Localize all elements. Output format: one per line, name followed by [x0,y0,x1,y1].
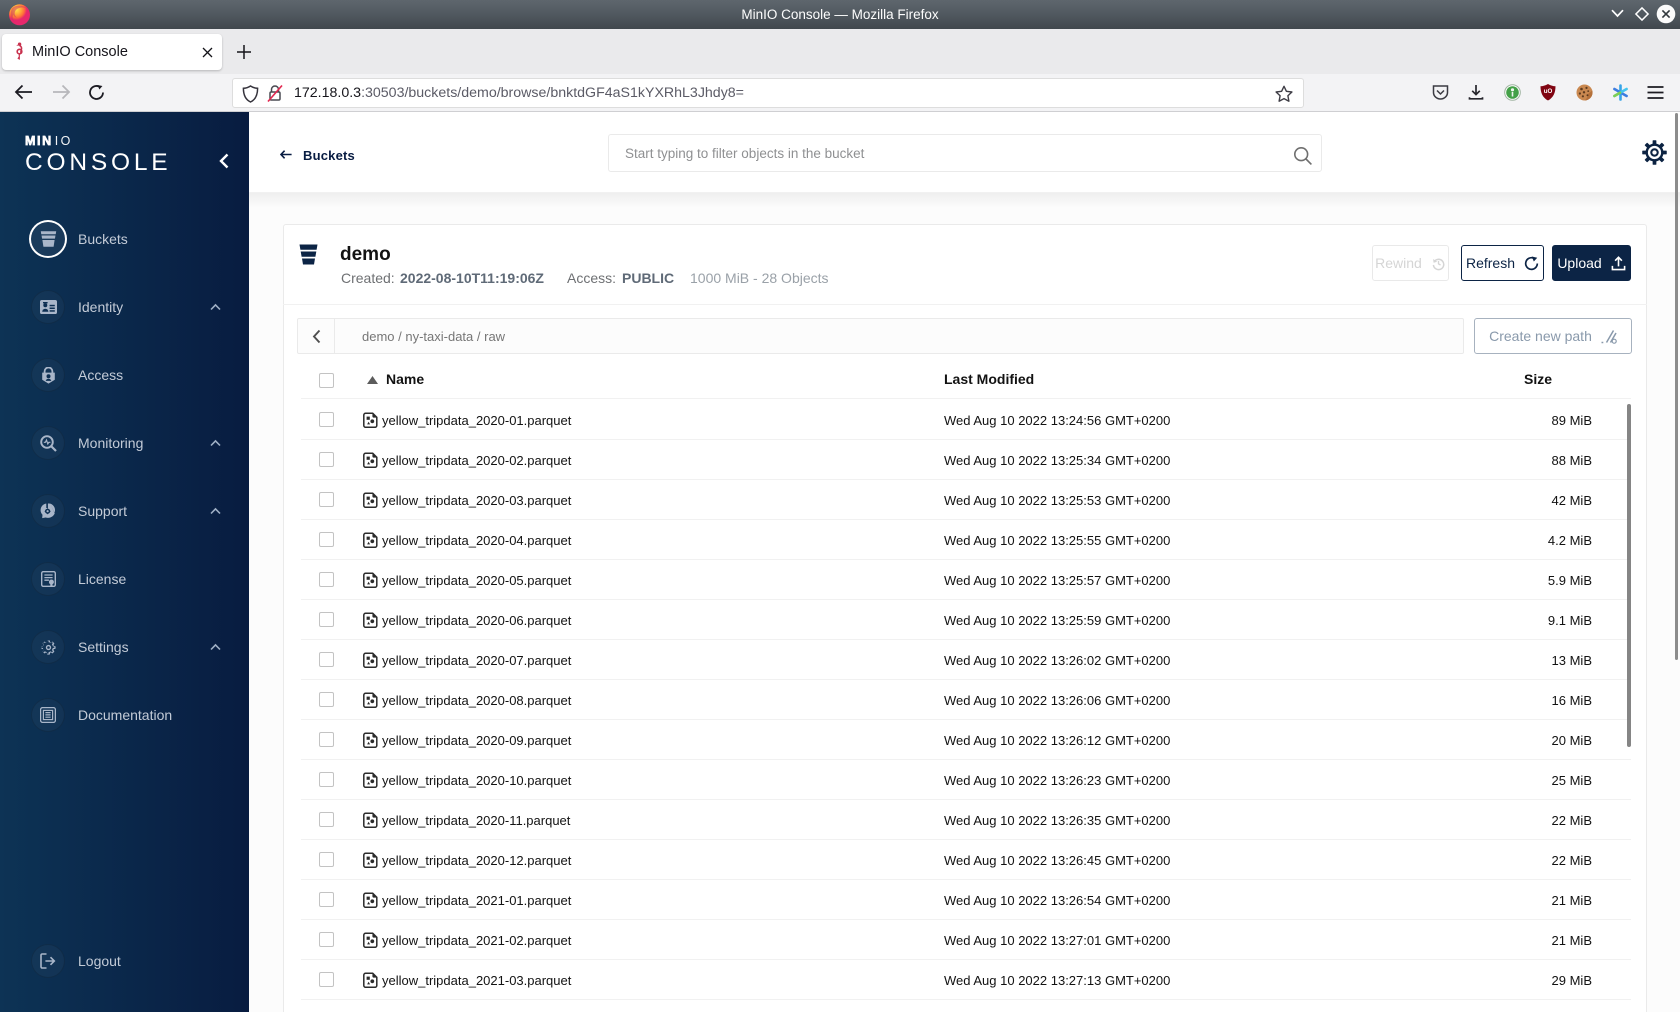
svg-text:uO: uO [1544,88,1553,95]
